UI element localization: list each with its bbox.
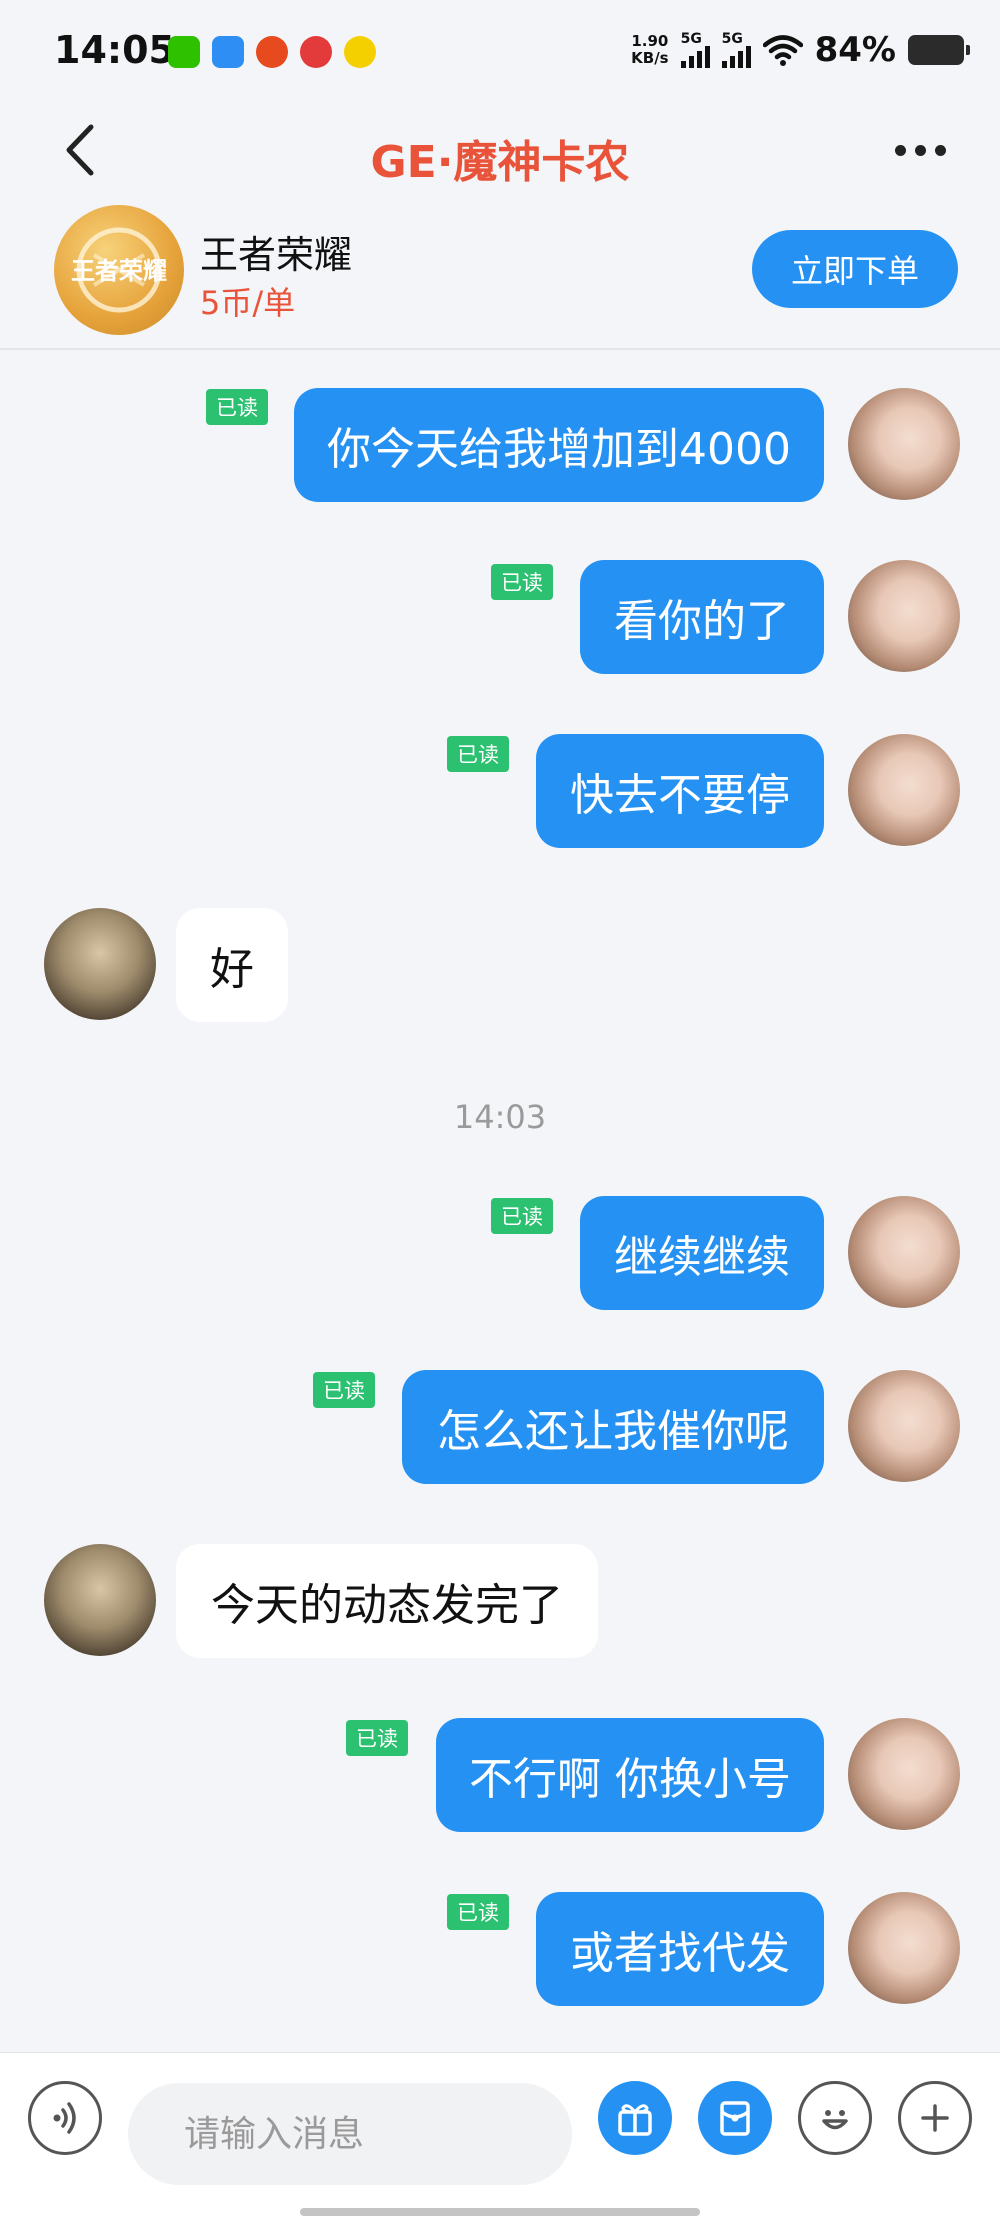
message-bubble[interactable]: 或者找代发 bbox=[536, 1892, 824, 2006]
read-badge: 已读 bbox=[447, 1894, 509, 1930]
self-avatar[interactable] bbox=[848, 1370, 960, 1482]
message-row: 已读 或者找代发 bbox=[0, 1892, 1000, 2012]
message-row: 今天的动态发完了 bbox=[0, 1544, 1000, 1664]
contact-avatar[interactable] bbox=[44, 908, 156, 1020]
status-bar: 14:05 1.90 KB/s 5G 5G 84% bbox=[0, 0, 1000, 100]
wifi-icon bbox=[762, 35, 803, 66]
signal-icon: 5G bbox=[680, 32, 710, 68]
red-packet-button[interactable] bbox=[698, 2081, 772, 2155]
message-row: 已读 怎么还让我催你呢 bbox=[0, 1370, 1000, 1490]
message-bubble[interactable]: 今天的动态发完了 bbox=[176, 1544, 598, 1658]
input-bar bbox=[0, 2052, 1000, 2222]
message-row: 已读 你今天给我增加到4000 bbox=[0, 385, 1000, 505]
contact-avatar[interactable] bbox=[44, 1544, 156, 1656]
network-speed: 1.90 KB/s bbox=[631, 32, 669, 67]
message-row: 已读 看你的了 bbox=[0, 560, 1000, 680]
netease-music-icon bbox=[300, 36, 332, 68]
home-indicator[interactable] bbox=[300, 2208, 700, 2216]
qq-music-icon bbox=[344, 36, 376, 68]
plus-icon bbox=[921, 2104, 949, 2132]
game-name: 王者荣耀 bbox=[200, 233, 353, 277]
wechat-icon bbox=[168, 36, 200, 68]
self-avatar[interactable] bbox=[848, 734, 960, 846]
message-input[interactable] bbox=[128, 2083, 572, 2185]
read-badge: 已读 bbox=[447, 736, 509, 772]
emoji-icon bbox=[822, 2110, 848, 2130]
nav-bar: GE·魔神卡农 bbox=[0, 100, 1000, 200]
message-timestamp: 14:03 bbox=[453, 1098, 547, 1136]
more-actions-button[interactable] bbox=[898, 2081, 972, 2155]
gift-icon bbox=[618, 2104, 652, 2136]
message-row: 好 bbox=[0, 908, 1000, 1028]
notification-icons bbox=[168, 36, 376, 68]
game-price: 5币/单 bbox=[200, 284, 296, 322]
voice-button[interactable] bbox=[28, 2081, 102, 2155]
read-badge: 已读 bbox=[491, 1198, 553, 1234]
message-row: 已读 不行啊 你换小号 bbox=[0, 1718, 1000, 1838]
message-bubble[interactable]: 不行啊 你换小号 bbox=[436, 1718, 824, 1832]
read-badge: 已读 bbox=[313, 1372, 375, 1408]
more-options-button[interactable] bbox=[880, 120, 960, 180]
status-indicators: 1.90 KB/s 5G 5G 84% bbox=[631, 30, 970, 70]
message-bubble[interactable]: 快去不要停 bbox=[536, 734, 824, 848]
emoji-button[interactable] bbox=[798, 2081, 872, 2155]
message-bubble[interactable]: 你今天给我增加到4000 bbox=[294, 388, 824, 502]
self-avatar[interactable] bbox=[848, 1718, 960, 1830]
game-logo-icon[interactable]: 王者荣耀 bbox=[54, 205, 184, 335]
message-bubble[interactable]: 继续继续 bbox=[580, 1196, 824, 1310]
self-avatar[interactable] bbox=[848, 1196, 960, 1308]
app-blue-icon bbox=[212, 36, 244, 68]
message-bubble[interactable]: 好 bbox=[176, 908, 288, 1022]
gift-button[interactable] bbox=[598, 2081, 672, 2155]
read-badge: 已读 bbox=[491, 564, 553, 600]
more-dot-icon bbox=[934, 144, 946, 156]
self-avatar[interactable] bbox=[848, 388, 960, 500]
red-packet-icon bbox=[720, 2101, 750, 2136]
more-dot-icon bbox=[894, 144, 906, 156]
battery-icon bbox=[908, 35, 970, 65]
order-now-button[interactable]: 立即下单 bbox=[752, 230, 958, 308]
voice-icon bbox=[53, 2102, 76, 2134]
app-orange-icon bbox=[256, 36, 288, 68]
order-card: 王者荣耀 王者荣耀 5币/单 立即下单 bbox=[0, 200, 1000, 350]
read-badge: 已读 bbox=[346, 1720, 408, 1756]
message-row: 已读 快去不要停 bbox=[0, 734, 1000, 854]
signal-icon: 5G bbox=[721, 32, 751, 68]
battery-percent: 84% bbox=[814, 30, 896, 70]
more-dot-icon bbox=[914, 144, 926, 156]
self-avatar[interactable] bbox=[848, 560, 960, 672]
read-badge: 已读 bbox=[206, 389, 268, 425]
message-bubble[interactable]: 怎么还让我催你呢 bbox=[402, 1370, 824, 1484]
message-row: 已读 继续继续 bbox=[0, 1196, 1000, 1316]
game-emblem-icon: 王者荣耀 bbox=[71, 227, 167, 313]
status-time: 14:05 bbox=[54, 28, 175, 72]
chat-screen: 14:05 1.90 KB/s 5G 5G 84% GE·魔神卡农 王者荣耀 王… bbox=[0, 0, 1000, 2222]
self-avatar[interactable] bbox=[848, 1892, 960, 2004]
message-bubble[interactable]: 看你的了 bbox=[580, 560, 824, 674]
svg-text:王者荣耀: 王者荣耀 bbox=[71, 257, 167, 285]
page-title: GE·魔神卡农 bbox=[370, 137, 630, 188]
